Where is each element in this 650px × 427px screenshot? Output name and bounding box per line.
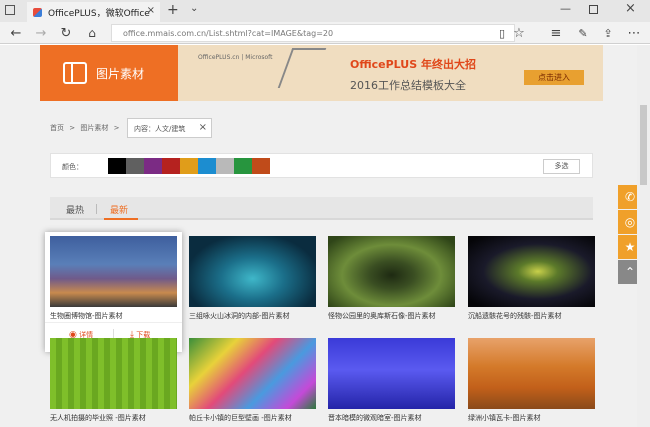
home-icon[interactable]: ⌂ (82, 24, 102, 42)
browser-tab[interactable]: OfficePLUS，微软Office × (27, 2, 160, 22)
close-window-button[interactable]: × (625, 1, 636, 16)
tab-divider (96, 204, 97, 214)
color-filter: 颜色： 多选 (50, 153, 593, 178)
color-swatch[interactable] (162, 158, 180, 174)
favorite-icon[interactable]: ★ (618, 235, 637, 259)
card-caption: 无人机拍摄的毕业照 -图片素材 (50, 414, 146, 422)
wechat-icon[interactable]: ✆ (618, 185, 637, 209)
color-filter-label: 颜色： (62, 163, 83, 171)
minimize-button[interactable]: — (560, 2, 571, 15)
floating-share-bar: ✆ ◎ ★ ⌃ (618, 185, 637, 285)
favorite-star-icon[interactable]: ☆ (509, 24, 529, 42)
card-image (50, 338, 177, 409)
maximize-button[interactable] (589, 5, 598, 14)
color-swatch[interactable] (234, 158, 252, 174)
card-caption: 帕丘卡小镇的巨型壁画 -图片素材 (189, 414, 292, 422)
back-to-top-icon[interactable]: ⌃ (618, 260, 637, 284)
image-card[interactable]: 无人机拍摄的毕业照 -图片素材 (50, 338, 177, 423)
image-card[interactable]: 生物圈博物馆-图片素材 (50, 236, 177, 321)
ad-brand: OfficePLUS.cn | Microsoft (198, 54, 273, 61)
active-filter-tag: 内容：人文/建筑 × (127, 118, 212, 138)
tab-close-icon[interactable]: × (147, 5, 155, 16)
card-caption: 生物圈博物馆-图片素材 (50, 312, 123, 320)
scrollbar[interactable] (637, 45, 650, 427)
more-icon[interactable]: ⋯ (624, 24, 644, 42)
color-swatch[interactable] (180, 158, 198, 174)
card-image (189, 236, 316, 307)
site-favicon-icon (33, 7, 42, 17)
card-caption: 三组咏火山冰洞的内部-图片素材 (189, 312, 290, 320)
new-tab-button[interactable]: + (167, 2, 179, 18)
color-swatch[interactable] (216, 158, 234, 174)
breadcrumb-home[interactable]: 首页 (50, 124, 64, 132)
lamp-illustration (277, 48, 327, 88)
tab-title: OfficePLUS，微软Office (48, 8, 150, 19)
card-caption: 沉船遗骸花号的残骸-图片素材 (468, 312, 562, 320)
image-card[interactable]: 沉船遗骸花号的残骸-图片素材 (468, 236, 595, 321)
card-image (50, 236, 177, 307)
tab-actions-icon[interactable] (5, 5, 15, 15)
card-image (468, 338, 595, 409)
breadcrumb: 首页 > 图片素材 > (50, 123, 122, 133)
card-image (328, 338, 455, 409)
card-image (328, 236, 455, 307)
page-content: 图片素材 OfficePLUS.cn | Microsoft OfficePLU… (0, 45, 637, 427)
weibo-icon[interactable]: ◎ (618, 210, 637, 234)
refresh-icon[interactable]: ↻ (56, 24, 76, 42)
hub-icon[interactable]: ≡ (546, 24, 566, 42)
image-card[interactable]: 怪物公园里的奥库斯石像-图片素材 (328, 236, 455, 321)
filter-remove-icon[interactable]: × (199, 122, 207, 133)
address-bar-row: ← → ↻ ⌂ office.mmais.com.cn/List.shtml?c… (0, 22, 650, 44)
image-card[interactable]: 三组咏火山冰洞的内部-图片素材 (189, 236, 316, 321)
card-caption: 绿洲小镇瓦卡-图片素材 (468, 414, 541, 422)
share-icon[interactable]: ⇪ (598, 24, 618, 42)
notes-icon[interactable]: ✎ (573, 24, 593, 42)
section-header: 图片素材 (40, 45, 178, 101)
breadcrumb-images[interactable]: 图片素材 (80, 124, 108, 132)
tab-newest[interactable]: 最新 (110, 203, 128, 216)
multi-select-button[interactable]: 多选 (543, 159, 580, 174)
forward-icon[interactable]: → (31, 24, 51, 42)
card-caption: 晋本暗模的微观暗室-图片素材 (328, 414, 422, 422)
section-title: 图片素材 (96, 66, 145, 81)
image-card[interactable]: 帕丘卡小镇的巨型壁画 -图片素材 (189, 338, 316, 423)
color-swatch[interactable] (252, 158, 270, 174)
card-image (189, 338, 316, 409)
ad-enter-button[interactable]: 点击进入 (524, 70, 584, 85)
breadcrumb-separator: > (69, 124, 76, 132)
color-swatch[interactable] (108, 158, 126, 174)
card-actions-divider (45, 322, 182, 323)
tab-active-indicator (104, 218, 138, 220)
image-card[interactable]: 晋本暗模的微观暗室-图片素材 (328, 338, 455, 423)
browser-tab-bar: OfficePLUS，微软Office × + ⌄ — × (0, 0, 650, 22)
breadcrumb-separator: > (113, 124, 120, 132)
back-icon[interactable]: ← (6, 24, 26, 42)
tab-hot[interactable]: 最热 (66, 203, 84, 216)
ad-subline: 2016工作总结模板大全 (350, 79, 466, 92)
color-swatch[interactable] (198, 158, 216, 174)
sort-tabs: 最热 最新 (50, 197, 593, 220)
banner: 图片素材 OfficePLUS.cn | Microsoft OfficePLU… (40, 45, 603, 101)
card-image (468, 236, 595, 307)
color-swatch[interactable] (126, 158, 144, 174)
address-input[interactable]: office.mmais.com.cn/List.shtml?cat=IMAGE… (111, 24, 515, 42)
picture-icon (63, 62, 87, 84)
filter-tag-label: 内容：人文/建筑 (134, 125, 186, 133)
image-card[interactable]: 绿洲小镇瓦卡-图片素材 (468, 338, 595, 423)
ad-headline: OfficePLUS 年终出大招 (350, 58, 476, 71)
promo-ad[interactable]: OfficePLUS.cn | Microsoft OfficePLUS 年终出… (178, 45, 603, 101)
tab-overflow-icon[interactable]: ⌄ (190, 3, 198, 14)
color-swatch[interactable] (144, 158, 162, 174)
scrollbar-thumb[interactable] (640, 105, 647, 185)
card-caption: 怪物公园里的奥库斯石像-图片素材 (328, 312, 436, 320)
